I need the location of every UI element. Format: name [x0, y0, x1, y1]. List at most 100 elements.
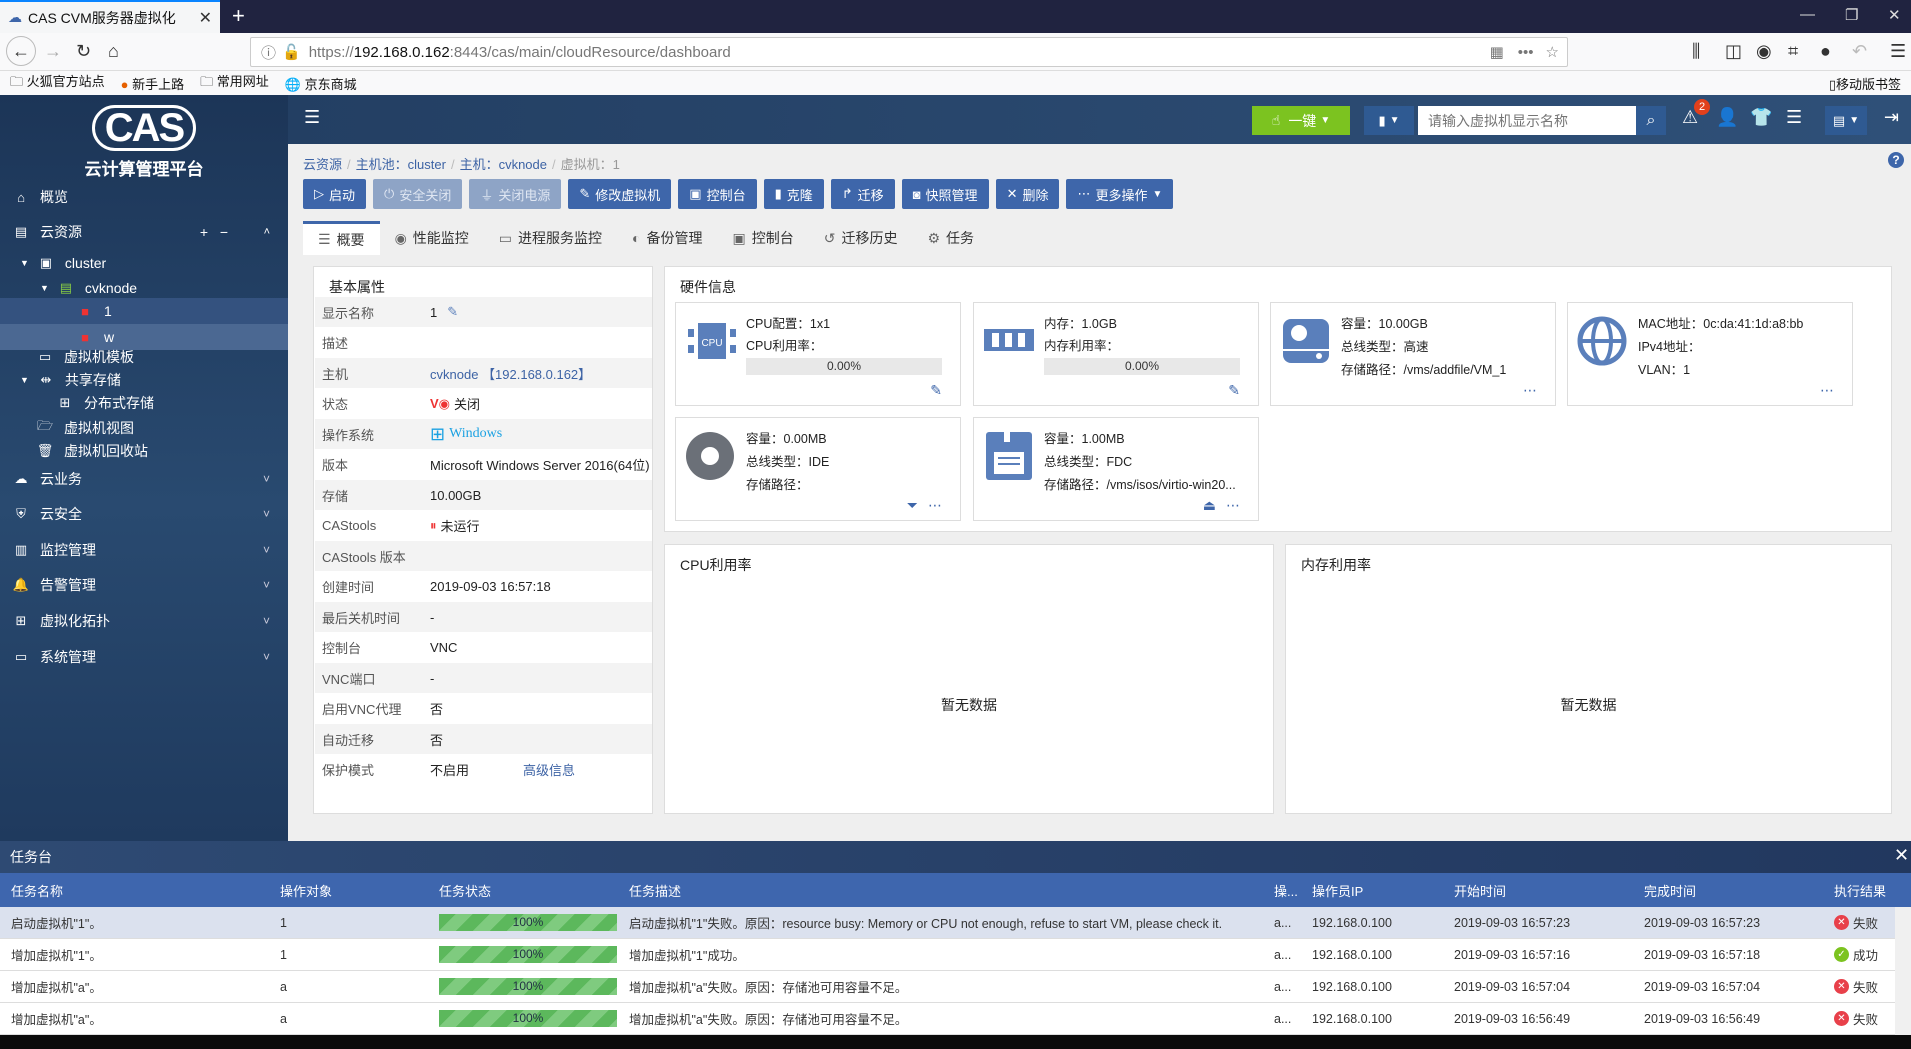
edit-memory-icon[interactable]: ✎ — [1228, 382, 1240, 399]
column-header[interactable]: 任务描述 — [629, 873, 681, 907]
mobile-bookmarks[interactable]: ▯移动版书签 — [1829, 74, 1901, 93]
chevron-down-icon[interactable]: ˅ — [263, 543, 270, 557]
qr-icon[interactable]: ▦ — [1490, 43, 1504, 61]
column-header[interactable]: 执行结果 — [1834, 873, 1886, 907]
caret-down-icon[interactable]: ▼ — [20, 258, 29, 268]
bookmark-jd[interactable]: 🌐 京东商城 — [285, 74, 357, 93]
breadcrumb-link[interactable]: 云资源 — [303, 157, 342, 172]
toolbar-button-clone[interactable]: ▮ 克隆 — [763, 179, 824, 209]
chevron-down-icon[interactable]: ˅ — [263, 650, 270, 664]
chevron-down-icon[interactable]: ˅ — [263, 614, 270, 628]
task-row[interactable]: 增加虚拟机"1"。 1 100% 增加虚拟机"1"成功。 a... 192.168.0.1… — [0, 939, 1895, 971]
toolbar-button-pencil[interactable]: ✎ 修改虚拟机 — [568, 179, 672, 209]
user-icon[interactable]: 👤 — [1716, 107, 1738, 128]
more-icon[interactable]: ••• — [1518, 44, 1534, 61]
menu-toggle-icon[interactable]: ☰ — [304, 107, 320, 128]
library-icon[interactable]: ⫼ — [1692, 41, 1700, 62]
tree-cluster[interactable]: ▼ ▣ cluster — [0, 249, 288, 277]
sidebar-section[interactable]: 🔔 告警管理 ˅ — [0, 571, 288, 599]
tab-terminal[interactable]: ▣ 控制台 — [717, 221, 808, 255]
mount-icon[interactable]: ⏷ — [907, 497, 918, 514]
chat-icon[interactable]: ● — [1820, 41, 1831, 62]
help-icon[interactable]: ? — [1888, 152, 1904, 168]
remove-icon[interactable]: − — [220, 224, 228, 240]
edit-name-icon[interactable]: ✎ — [447, 304, 458, 320]
account-icon[interactable]: ◉ — [1756, 41, 1772, 62]
edit-cpu-icon[interactable]: ✎ — [930, 382, 942, 399]
column-header[interactable]: 操作员IP — [1312, 873, 1363, 907]
sidebar-item-cloud-resource[interactable]: ▤ 云资源 + − ˄ — [0, 218, 288, 246]
task-row[interactable]: 增加虚拟机"a"。 a 100% 增加虚拟机"a"失败。原因：存储池可用容量不足。 a.… — [0, 971, 1895, 1003]
task-row[interactable]: 启动虚拟机"1"。 1 100% 启动虚拟机"1"失败。原因：resource bus… — [0, 907, 1895, 939]
task-console-close-icon[interactable]: ✕ — [1894, 845, 1909, 866]
new-tab-button[interactable]: + — [232, 3, 245, 29]
breadcrumb-link[interactable]: 主机池：cluster — [356, 157, 446, 172]
column-header[interactable]: 开始时间 — [1454, 873, 1506, 907]
add-icon[interactable]: + — [200, 224, 208, 240]
url-bar[interactable]: ⓘ 🔓 https:// 192.168.0.162 :8443/cas/mai… — [250, 37, 1568, 67]
screenshot-icon[interactable]: ⌗ — [1788, 41, 1798, 62]
column-header[interactable]: 完成时间 — [1644, 873, 1696, 907]
tab-list[interactable]: ☰ 概要 — [303, 221, 380, 255]
tab-monitor[interactable]: ▭ 进程服务监控 — [484, 221, 617, 255]
menu-icon[interactable]: ☰ — [1890, 41, 1906, 62]
chevron-down-icon[interactable]: ˅ — [263, 507, 270, 521]
vm-search-input[interactable] — [1418, 106, 1636, 135]
sidebar-section[interactable]: ⛨ 云安全 ˅ — [0, 500, 288, 528]
floppy-more-icon[interactable]: ⋯ — [1226, 497, 1240, 514]
column-header[interactable]: 任务状态 — [439, 873, 491, 907]
bookmark-firefox[interactable]: ● 新手上路 — [121, 74, 185, 93]
toolbar-button-power[interactable]: ⏻ 安全关闭 — [373, 179, 463, 209]
search-button[interactable]: ⌕ — [1636, 106, 1666, 135]
nic-more-icon[interactable]: ⋯ — [1820, 382, 1834, 399]
chevron-down-icon[interactable]: ˅ — [263, 578, 270, 592]
cdrom-more-icon[interactable]: ⋯ — [928, 497, 942, 514]
bookmark-star-icon[interactable]: ☆ — [1546, 43, 1559, 61]
browser-tab[interactable]: ☁ CAS CVM服务器虚拟化 ✕ — [0, 0, 220, 33]
column-header[interactable]: 操作对象 — [280, 873, 332, 907]
toolbar-button-play[interactable]: ▷ 启动 — [303, 179, 367, 209]
tree-vm-1[interactable]: ■ 1 — [0, 298, 288, 324]
caret-down-icon[interactable]: ▼ — [40, 283, 49, 293]
toolbar-button-share[interactable]: ↱ 迁移 — [830, 179, 895, 209]
sidebar-item-overview[interactable]: ⌂ 概览 — [0, 183, 288, 211]
minimize-icon[interactable]: — — [1800, 6, 1815, 23]
sidebar-item-distributed-storage[interactable]: ⊞ 分布式存储 — [0, 389, 288, 417]
window-close-icon[interactable]: ✕ — [1888, 6, 1901, 24]
toolbar-button-terminal[interactable]: ▣ 控制台 — [678, 179, 757, 209]
restore-icon[interactable]: ❐ — [1845, 6, 1858, 24]
column-header[interactable]: 操... — [1274, 873, 1298, 907]
toolbar-button-more[interactable]: ⋯ 更多操作 ▼ — [1066, 179, 1174, 209]
sidebar-section[interactable]: ▭ 系统管理 ˅ — [0, 643, 288, 671]
sidebar-toggle-icon[interactable]: ◫ — [1725, 41, 1742, 62]
one-click-button[interactable]: ☝ 一键 ▼ — [1252, 106, 1350, 135]
info-icon[interactable]: ⓘ — [261, 42, 276, 63]
tab-history[interactable]: ↺ 迁移历史 — [809, 221, 913, 255]
list-icon[interactable]: ☰ — [1786, 107, 1802, 128]
caret-down-icon[interactable]: ▼ — [20, 375, 29, 385]
back-icon[interactable]: ← — [6, 36, 36, 66]
layout-dropdown[interactable]: ▤ ▼ — [1825, 106, 1867, 135]
tab-backup[interactable]: ◐ 备份管理 — [617, 221, 717, 255]
breadcrumb-link[interactable]: 主机：cvknode — [460, 157, 547, 172]
sidebar-item-vm-recycle[interactable]: 🗑 虚拟机回收站 — [0, 437, 288, 465]
reload-icon[interactable]: ↻ — [76, 41, 91, 62]
logo[interactable]: CAS 云计算管理平台 — [0, 105, 288, 180]
forward-icon[interactable]: → — [44, 41, 62, 62]
task-row[interactable]: 增加虚拟机"a"。 a 100% 增加虚拟机"a"失败。原因：存储池可用容量不足。 a.… — [0, 1003, 1895, 1035]
collapse-icon[interactable]: ˄ — [264, 226, 270, 238]
vm-filter-dropdown[interactable]: ▮ ▼ — [1364, 106, 1414, 135]
tab-close-icon[interactable]: ✕ — [199, 8, 212, 28]
advanced-info-link[interactable]: 高级信息 — [523, 760, 575, 779]
task-table-scrollbar[interactable] — [1895, 907, 1911, 1035]
toolbar-button-plug[interactable]: ⏚ 关闭电源 — [469, 179, 562, 209]
logout-icon[interactable]: ⇥ — [1884, 107, 1899, 128]
host-link[interactable]: cvknode 【192.168.0.162】 — [430, 364, 591, 383]
bookmark-folder[interactable]: 🗀 火狐官方站点 — [10, 71, 105, 95]
home-icon[interactable]: ⌂ — [108, 41, 119, 62]
bookmark-folder[interactable]: 🗀 常用网址 — [200, 71, 269, 95]
theme-shirt-icon[interactable]: 👕 — [1750, 107, 1772, 128]
sidebar-section[interactable]: ▥ 监控管理 ˅ — [0, 536, 288, 564]
undo-icon[interactable]: ↶ — [1852, 41, 1867, 62]
column-header[interactable]: 任务名称 — [11, 873, 63, 907]
